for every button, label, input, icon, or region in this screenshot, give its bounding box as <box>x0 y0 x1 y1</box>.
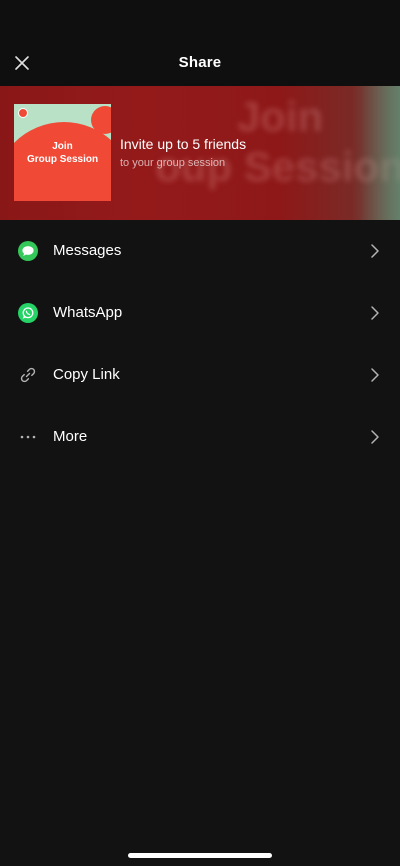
share-options-list: Messages WhatsApp Copy Link More <box>0 220 400 468</box>
more-icon <box>18 427 38 447</box>
share-option-messages[interactable]: Messages <box>0 220 400 282</box>
banner-fade <box>360 86 400 220</box>
home-indicator[interactable] <box>128 853 272 858</box>
share-option-copy-link[interactable]: Copy Link <box>0 344 400 406</box>
share-option-label: Messages <box>53 242 122 259</box>
chevron-right-icon <box>371 430 379 444</box>
top-bar: Share <box>0 0 400 86</box>
share-option-whatsapp[interactable]: WhatsApp <box>0 282 400 344</box>
messages-icon <box>18 241 38 261</box>
invite-title: Invite up to 5 friends <box>120 136 247 152</box>
group-session-artwork: Join Group Session <box>14 104 111 201</box>
share-option-label: More <box>53 428 88 445</box>
chevron-right-icon <box>371 306 379 320</box>
link-icon <box>18 365 38 385</box>
share-option-label: Copy Link <box>53 366 120 383</box>
chevron-right-icon <box>371 368 379 382</box>
spotify-logo-icon <box>18 108 28 118</box>
chevron-right-icon <box>371 244 379 258</box>
page-title: Share <box>178 54 222 71</box>
share-option-more[interactable]: More <box>0 406 400 468</box>
artwork-circle <box>91 106 111 134</box>
whatsapp-icon <box>18 303 38 323</box>
invite-subtitle: to your group session <box>120 157 226 169</box>
share-option-label: WhatsApp <box>53 304 123 321</box>
artwork-text: Join Group Session <box>26 141 99 165</box>
